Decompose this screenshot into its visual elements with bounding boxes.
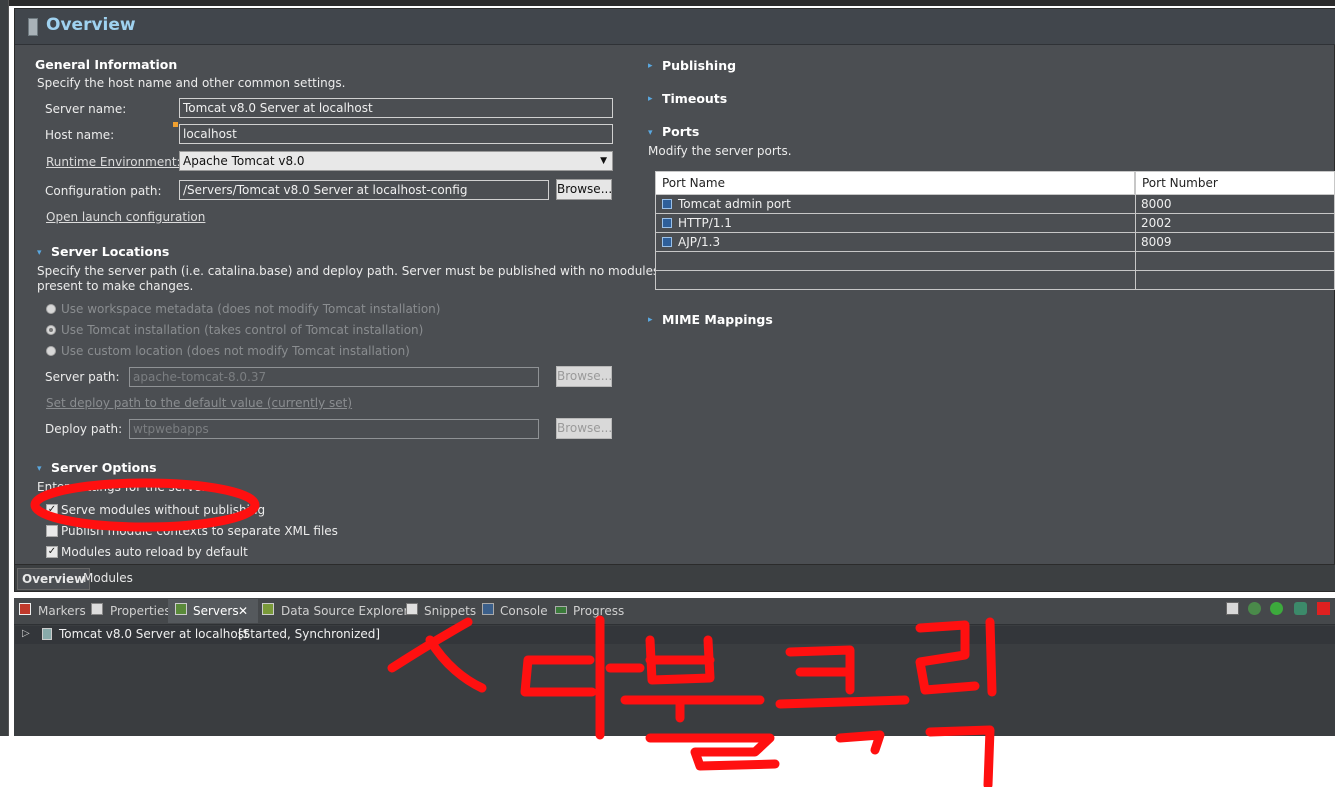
korean-stroke bbox=[835, 730, 885, 755]
korean-stroke bbox=[520, 655, 597, 697]
highlight-circle bbox=[30, 478, 260, 532]
korean-stroke bbox=[915, 620, 980, 695]
korean-stroke bbox=[985, 617, 997, 697]
korean-stroke bbox=[925, 725, 995, 787]
korean-stroke bbox=[775, 695, 910, 709]
korean-stroke bbox=[645, 733, 780, 771]
handwritten-annotation bbox=[30, 478, 997, 787]
korean-stroke bbox=[425, 635, 487, 693]
